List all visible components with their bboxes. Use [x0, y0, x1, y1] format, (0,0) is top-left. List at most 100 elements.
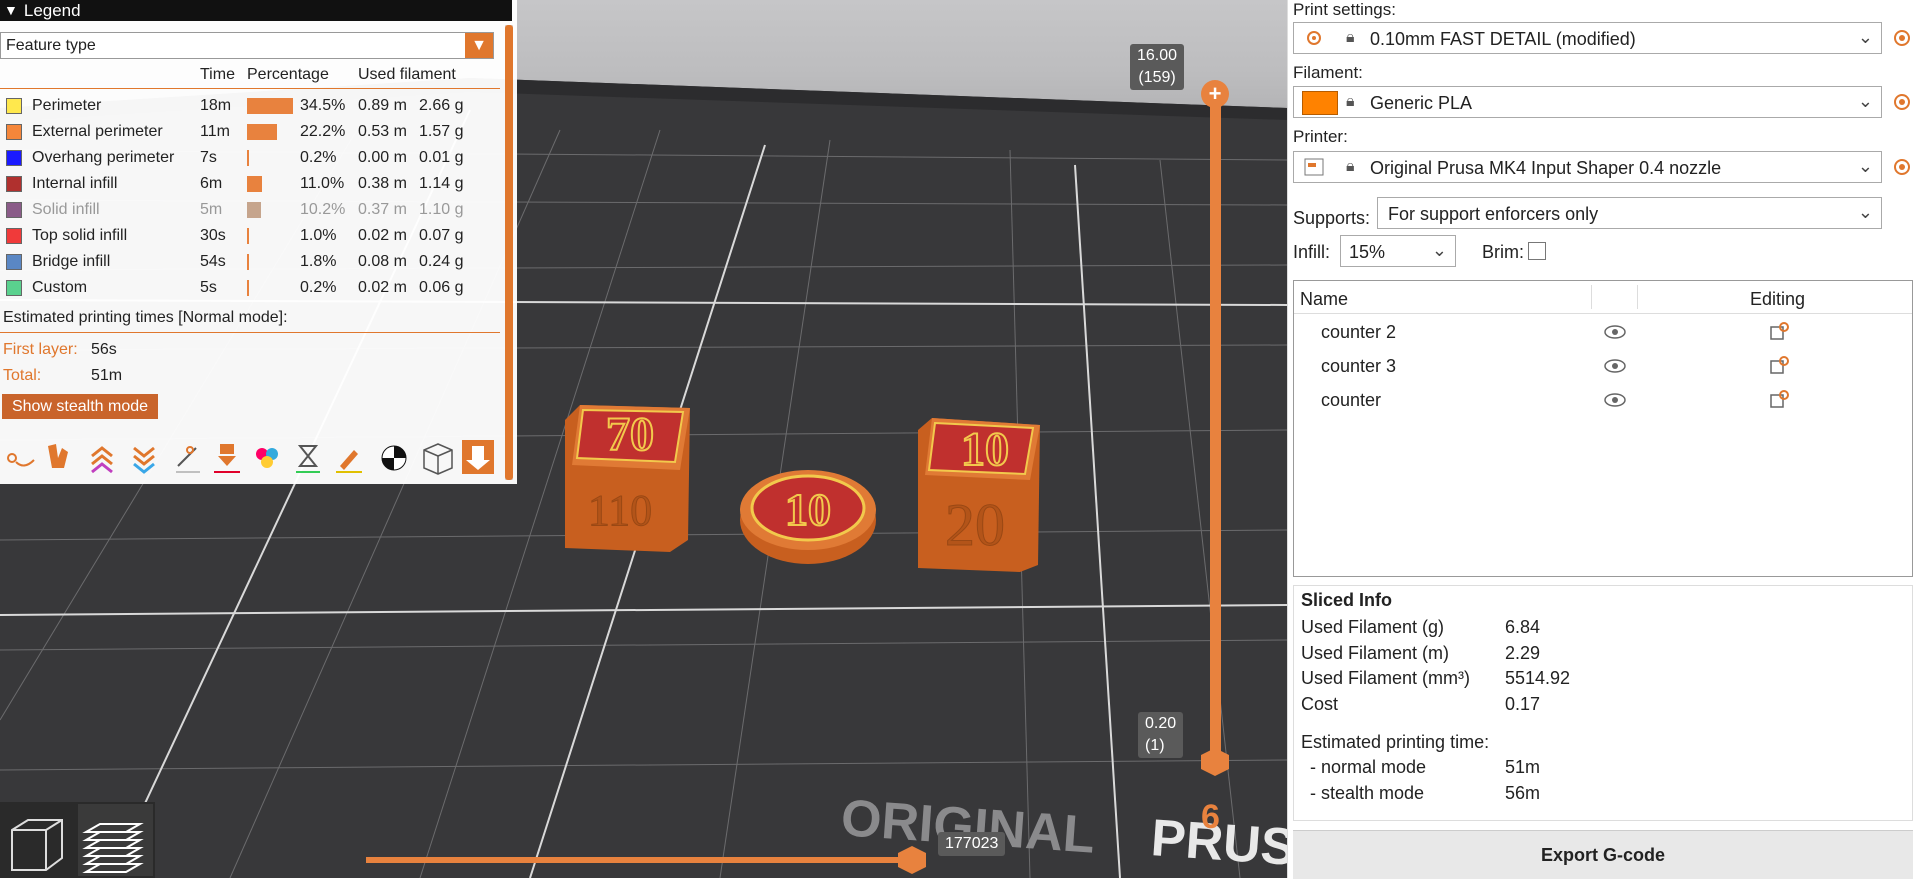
print-settings-combo[interactable]: 🔒︎ 0.10mm FAST DETAIL (modified) ⌄ [1293, 22, 1882, 54]
feature-type-select[interactable]: Feature type ▼ [0, 32, 494, 59]
object-name: counter [1321, 390, 1382, 410]
supports-combo[interactable]: For support enforcers only ⌄ [1377, 197, 1882, 229]
name-column-header[interactable]: Name [1300, 289, 1348, 310]
feature-meters: 0.53 m [358, 123, 407, 140]
chevron-down-icon[interactable]: ⌄ [1858, 156, 1873, 177]
legend-scrollbar[interactable] [505, 25, 513, 480]
color-swatch [6, 280, 22, 296]
printer-icon [1304, 158, 1324, 176]
model-cube-2[interactable]: 10 20 [918, 418, 1040, 572]
move-slider-tag: 177023 [938, 832, 1006, 856]
legend-row[interactable]: External perimeter 11m 22.2% 0.53 m 1.57 g [0, 121, 500, 143]
legend-row[interactable]: Bridge infill 54s 1.8% 0.08 m 0.24 g [0, 251, 500, 273]
object-row[interactable]: counter 3 [1294, 349, 1912, 383]
total-label: Total: [3, 367, 42, 384]
col-percentage-header: Percentage [247, 66, 329, 83]
infill-combo[interactable]: 15% ⌄ [1340, 235, 1456, 267]
stealth-mode-value: 56m [1505, 783, 1541, 803]
legend-row[interactable]: Custom 5s 0.2% 0.02 m 0.06 g [0, 277, 500, 299]
legend-row[interactable]: Overhang perimeter 7s 0.2% 0.00 m 0.01 g [0, 147, 500, 169]
tool-marker-icon[interactable] [462, 440, 494, 474]
center-of-gravity-icon[interactable] [381, 445, 407, 471]
legend-header[interactable]: ▼ Legend [0, 0, 512, 21]
color-swatch [6, 202, 22, 218]
eye-icon[interactable] [1604, 324, 1626, 340]
chevron-down-icon[interactable]: ⌄ [1858, 27, 1873, 48]
wipe-icon[interactable] [48, 444, 68, 468]
export-gcode-button[interactable]: Export G-code [1293, 830, 1913, 879]
dropdown-arrow-icon[interactable]: ▼ [465, 33, 493, 58]
cube-2-side-number: 20 [945, 492, 1005, 558]
filament-label: Filament: [1293, 63, 1363, 82]
travel-icon[interactable] [7, 453, 35, 467]
top-layer-index: (159) [1138, 69, 1176, 86]
deretractions-icon[interactable] [133, 446, 155, 474]
object-row[interactable]: counter [1294, 383, 1912, 417]
feature-grams: 1.10 g [419, 201, 464, 218]
legend-scrollbar-thumb[interactable] [505, 25, 513, 480]
legend-row[interactable]: Perimeter 18m 34.5% 0.89 m 2.66 g [0, 95, 500, 117]
color-swatch [6, 176, 22, 192]
preview-layers-icon[interactable] [82, 823, 144, 873]
edit-settings-icon[interactable] [1769, 356, 1789, 376]
brim-checkbox[interactable] [1528, 242, 1546, 260]
sliced-info-value: 6.84 [1505, 617, 1541, 637]
object-row[interactable]: counter 2 [1294, 315, 1912, 349]
pause-prints-icon[interactable] [296, 445, 320, 473]
feature-name: External perimeter [32, 123, 163, 140]
sliced-info-row: Used Filament (m) 2.29 [1301, 642, 1540, 664]
eye-icon[interactable] [1604, 358, 1626, 374]
stealth-mode-label: - stealth mode [1310, 783, 1425, 803]
3d-viewport[interactable]: ORIGINAL PRUS 70 110 10 10 20 16.00 (159… [0, 0, 1287, 878]
filament-value: Generic PLA [1370, 93, 1473, 113]
tool-changes-icon[interactable] [214, 444, 240, 473]
feature-grams: 0.24 g [419, 253, 464, 270]
sliced-info-value: 5514.92 [1505, 668, 1571, 688]
color-changes-icon[interactable] [256, 448, 278, 468]
object-list-header: Name Editing [1294, 281, 1912, 314]
normal-mode-value: 51m [1505, 757, 1541, 777]
retractions-icon[interactable] [91, 446, 113, 474]
model-cube-1[interactable]: 70 110 [565, 405, 690, 552]
shells-icon[interactable] [423, 443, 453, 475]
layer-slider-track[interactable] [1210, 89, 1221, 760]
print-settings-gear-icon[interactable] [1892, 28, 1912, 48]
move-slider-track[interactable] [366, 857, 912, 863]
custom-gcodes-icon[interactable] [336, 450, 362, 473]
feature-name: Custom [32, 279, 88, 296]
total-value: 51m [91, 367, 123, 384]
legend-row[interactable]: Solid infill 5m 10.2% 0.37 m 1.10 g [0, 199, 500, 221]
sliced-info-label: Used Filament (m) [1301, 642, 1450, 663]
editing-column-header[interactable]: Editing [1750, 289, 1805, 310]
legend-row[interactable]: Top solid infill 30s 1.0% 0.02 m 0.07 g [0, 225, 500, 247]
view-switcher [0, 802, 155, 878]
filament-gear-icon[interactable] [1892, 92, 1912, 112]
feature-time: 11m [200, 123, 230, 140]
chevron-down-icon[interactable]: ⌄ [1858, 202, 1873, 223]
feature-time: 18m [200, 97, 232, 114]
collapse-caret-icon[interactable]: ▼ [4, 0, 18, 21]
feature-time: 5s [200, 279, 217, 296]
show-stealth-mode-button[interactable]: Show stealth mode [2, 394, 158, 419]
printer-label: Printer: [1293, 127, 1348, 146]
chevron-down-icon[interactable]: ⌄ [1432, 240, 1447, 261]
legend-row[interactable]: Internal infill 6m 11.0% 0.38 m 1.14 g [0, 173, 500, 195]
coin-number: 10 [785, 484, 831, 535]
legend-separator [0, 88, 500, 89]
model-coin[interactable]: 10 [740, 470, 876, 564]
feature-grams: 1.57 g [419, 123, 464, 140]
eye-icon[interactable] [1604, 392, 1626, 408]
layer-slider-top-thumb[interactable]: + [1201, 80, 1229, 108]
edit-settings-icon[interactable] [1769, 322, 1789, 342]
filament-combo[interactable]: 🔒︎ Generic PLA ⌄ [1293, 86, 1882, 118]
seams-icon[interactable] [176, 446, 200, 473]
printer-gear-icon[interactable] [1892, 157, 1912, 177]
feature-name: Bridge infill [32, 253, 111, 270]
color-swatch [6, 150, 22, 166]
edit-settings-icon[interactable] [1769, 390, 1789, 410]
printer-combo[interactable]: 🔒︎ Original Prusa MK4 Input Shaper 0.4 n… [1293, 151, 1882, 183]
bottom-layer-tag: 0.20 (1) [1138, 712, 1184, 758]
chevron-down-icon[interactable]: ⌄ [1858, 91, 1873, 112]
filament-color-swatch[interactable] [1302, 91, 1338, 115]
feature-meters: 0.00 m [358, 149, 407, 166]
